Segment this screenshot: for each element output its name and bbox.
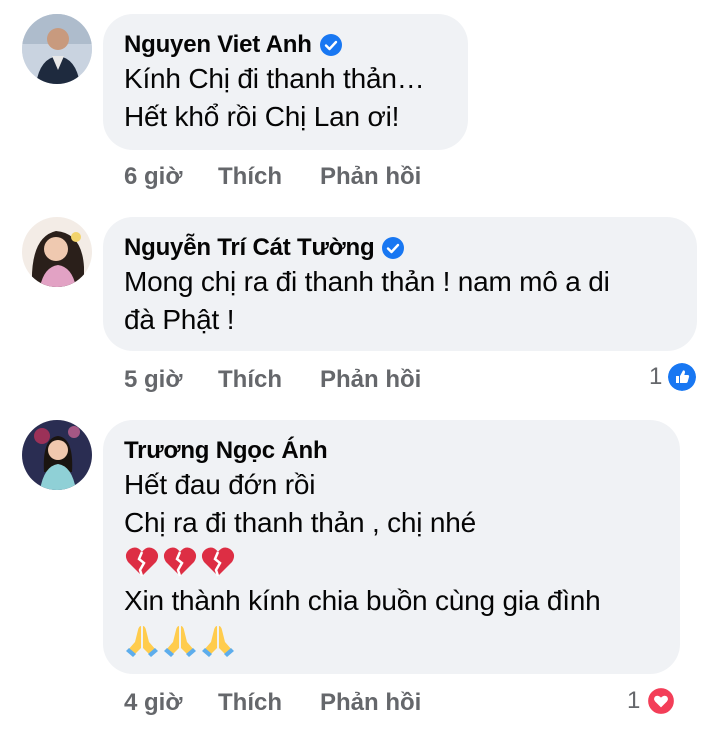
like-button[interactable]: Thích bbox=[218, 689, 320, 717]
like-button[interactable]: Thích bbox=[218, 366, 320, 394]
emoji-line bbox=[124, 620, 658, 660]
emoji-line bbox=[124, 542, 658, 582]
avatar[interactable] bbox=[22, 14, 92, 84]
comment-actions: 6 giờ Thích Phản hồi bbox=[124, 163, 421, 191]
comment-bubble: Nguyễn Trí Cát Tường Mong chị ra đi than… bbox=[103, 217, 697, 351]
comment-actions: 4 giờ Thích Phản hồi bbox=[124, 689, 421, 717]
comment-author[interactable]: Nguyễn Trí Cát Tường bbox=[124, 234, 375, 262]
broken-heart-icon bbox=[163, 547, 197, 577]
reply-button[interactable]: Phản hồi bbox=[320, 689, 421, 717]
comment-text-line: đà Phật ! bbox=[124, 304, 235, 335]
comment-text-line: Chị ra đi thanh thản , chị nhé bbox=[124, 507, 477, 538]
broken-heart-icon bbox=[125, 547, 159, 577]
verified-badge-icon bbox=[382, 237, 405, 259]
avatar[interactable] bbox=[22, 420, 92, 490]
folded-hands-icon bbox=[126, 626, 158, 657]
comment-author[interactable]: Trương Ngọc Ánh bbox=[124, 437, 328, 465]
folded-hands-icon bbox=[202, 626, 234, 657]
love-icon bbox=[646, 686, 677, 716]
comment-actions: 5 giờ Thích Phản hồi bbox=[124, 366, 421, 394]
comment-author[interactable]: Nguyen Viet Anh bbox=[124, 31, 312, 59]
reply-button[interactable]: Phản hồi bbox=[320, 366, 421, 394]
comment-bubble: Nguyen Viet Anh Kính Chị đi thanh thản… … bbox=[103, 14, 468, 150]
reaction-count: 1 bbox=[649, 363, 663, 390]
comment-text-line: Hết khổ rồi Chị Lan ơi! bbox=[124, 101, 400, 132]
comment-text-line: Kính Chị đi thanh thản… bbox=[124, 63, 425, 94]
comment-time[interactable]: 4 giờ bbox=[124, 689, 218, 717]
avatar[interactable] bbox=[22, 217, 92, 287]
comment-time[interactable]: 6 giờ bbox=[124, 163, 218, 191]
reply-button[interactable]: Phản hồi bbox=[320, 163, 421, 191]
comment-text-line: Xin thành kính chia buồn cùng gia đình bbox=[124, 585, 601, 616]
like-icon bbox=[668, 363, 697, 391]
reaction-summary[interactable]: 1 bbox=[649, 363, 697, 391]
reaction-count: 1 bbox=[627, 687, 641, 714]
comment-text-line: Mong chị ra đi thanh thản ! nam mô a di bbox=[124, 266, 610, 297]
reaction-summary[interactable]: 1 bbox=[627, 686, 677, 716]
broken-heart-icon bbox=[201, 547, 235, 577]
comment-bubble: Trương Ngọc Ánh Hết đau đớn rồi Chị ra đ… bbox=[103, 420, 680, 674]
like-button[interactable]: Thích bbox=[218, 163, 320, 191]
comment-time[interactable]: 5 giờ bbox=[124, 366, 218, 394]
verified-badge-icon bbox=[319, 34, 342, 56]
comment-text-line: Hết đau đớn rồi bbox=[124, 469, 316, 500]
folded-hands-icon bbox=[164, 626, 196, 657]
